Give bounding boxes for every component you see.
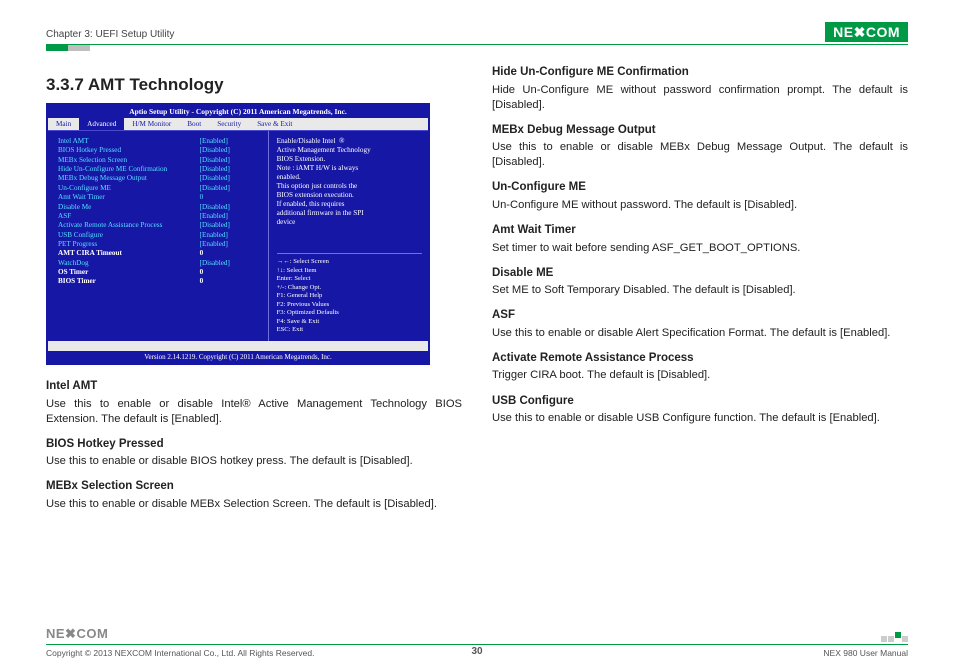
bios-screenshot: Aptio Setup Utility - Copyright (C) 2011… <box>46 103 430 365</box>
description-heading: MEBx Selection Screen <box>46 479 462 495</box>
bios-setting-row[interactable]: Activate Remote Assistance Process[Disab… <box>58 221 262 230</box>
footer-logo: NE✖COM <box>46 626 108 642</box>
bios-setting-row[interactable]: USB Configure[Enabled] <box>58 231 262 240</box>
bios-setting-row[interactable]: Un-Configure ME[Disabled] <box>58 184 262 193</box>
footer-squares-icon <box>881 636 908 642</box>
bios-key-legend: →←: Select Screen↑↓: Select ItemEnter: S… <box>277 253 422 335</box>
bios-setting-row[interactable]: Disable Me[Disabled] <box>58 203 262 212</box>
left-column: 3.3.7 AMT Technology Aptio Setup Utility… <box>46 65 462 522</box>
bios-settings-panel: Intel AMT[Enabled]BIOS Hotkey Pressed[Di… <box>48 131 268 341</box>
bios-setting-row[interactable]: WatchDog[Disabled] <box>58 259 262 268</box>
description-heading: Disable ME <box>492 266 908 282</box>
bios-help-text: Enable/Disable Intel ®Active Management … <box>277 137 422 227</box>
page-footer: NE✖COM Copyright © 2013 NEXCOM Internati… <box>46 626 908 658</box>
left-descriptions: Intel AMT Use this to enable or disable I… <box>46 379 462 512</box>
description-block: USB ConfigureUse this to enable or disab… <box>492 394 908 427</box>
description-body: Use this to enable or disable USB Config… <box>492 411 908 426</box>
bios-setting-row[interactable]: BIOS Timer0 <box>58 277 262 286</box>
bios-setting-row[interactable]: ASF[Enabled] <box>58 212 262 221</box>
description-body: Use this to enable or disable Alert Spec… <box>492 326 908 341</box>
bios-setting-row[interactable]: BIOS Hotkey Pressed[Disabled] <box>58 146 262 155</box>
bios-body: Intel AMT[Enabled]BIOS Hotkey Pressed[Di… <box>48 130 428 341</box>
description-body: Use this to enable or disable MEBx Selec… <box>46 497 462 512</box>
description-body: Hide Un-Configure ME without password co… <box>492 83 908 113</box>
bios-tab[interactable]: H/M Monitor <box>124 118 179 130</box>
description-body: Use this to enable or disable MEBx Debug… <box>492 140 908 170</box>
right-column: Hide Un-Configure ME Confirmation Hide Un… <box>492 65 908 522</box>
description-heading: Amt Wait Timer <box>492 223 908 239</box>
description-block: ASF Use this to enable or disable Alert S… <box>492 308 908 341</box>
bios-tab-bar: MainAdvancedH/M MonitorBootSecuritySave … <box>48 118 428 130</box>
page-number: 30 <box>46 646 908 657</box>
bios-setting-row[interactable]: MEBx Selection Screen[Disabled] <box>58 156 262 165</box>
bios-tab[interactable]: Advanced <box>79 118 124 130</box>
bios-help-panel: Enable/Disable Intel ®Active Management … <box>268 131 428 341</box>
description-body: Set timer to wait before sending ASF_GET… <box>492 241 908 256</box>
description-block: Disable MESet ME to Soft Temporary Disab… <box>492 266 908 299</box>
description-block: MEBx Selection Screen Use this to enable … <box>46 479 462 512</box>
bios-setting-row[interactable]: AMT CIRA Timeout0 <box>58 249 262 258</box>
description-heading: Intel AMT <box>46 379 462 395</box>
bios-setting-row[interactable]: Intel AMT[Enabled] <box>58 137 262 146</box>
description-body: Trigger CIRA boot. The default is [Disab… <box>492 368 908 383</box>
bios-setting-row[interactable]: MEBx Debug Message Output[Disabled] <box>58 174 262 183</box>
bios-tab[interactable]: Save & Exit <box>249 118 300 130</box>
content-columns: 3.3.7 AMT Technology Aptio Setup Utility… <box>46 65 908 522</box>
page-header: Chapter 3: UEFI Setup Utility NE✖COM <box>46 22 908 42</box>
description-block: Amt Wait Timer Set timer to wait before s… <box>492 223 908 256</box>
bios-title: Aptio Setup Utility - Copyright (C) 2011… <box>48 105 428 118</box>
description-heading: Activate Remote Assistance Process <box>492 351 908 367</box>
description-heading: ASF <box>492 308 908 324</box>
description-block: MEBx Debug Message OutputUse this to ena… <box>492 123 908 171</box>
bios-tab[interactable]: Security <box>209 118 249 130</box>
description-block: Hide Un-Configure ME Confirmation Hide Un… <box>492 65 908 113</box>
bios-tab[interactable]: Boot <box>179 118 209 130</box>
description-body: Use this to enable or disable Intel® Act… <box>46 397 462 427</box>
description-heading: BIOS Hotkey Pressed <box>46 437 462 453</box>
bios-tab[interactable]: Main <box>48 118 79 130</box>
right-descriptions: Hide Un-Configure ME Confirmation Hide Un… <box>492 65 908 426</box>
bios-bottom-bar <box>48 341 428 351</box>
brand-logo: NE✖COM <box>825 22 908 42</box>
description-heading: Un-Configure ME <box>492 180 908 196</box>
description-heading: MEBx Debug Message Output <box>492 123 908 139</box>
description-heading: Hide Un-Configure ME Confirmation <box>492 65 908 81</box>
description-block: Activate Remote Assistance ProcessTrigge… <box>492 351 908 384</box>
description-block: Intel AMT Use this to enable or disable I… <box>46 379 462 427</box>
bios-version: Version 2.14.1219. Copyright (C) 2011 Am… <box>48 351 428 363</box>
description-body: Use this to enable or disable BIOS hotke… <box>46 454 462 469</box>
description-block: Un-Configure ME Un-Configure ME without p… <box>492 180 908 213</box>
description-body: Set ME to Soft Temporary Disabled. The d… <box>492 283 908 298</box>
description-heading: USB Configure <box>492 394 908 410</box>
bios-setting-row[interactable]: PET Progress[Enabled] <box>58 240 262 249</box>
bios-setting-row[interactable]: Hide Un-Configure ME Confirmation[Disabl… <box>58 165 262 174</box>
header-stripes <box>46 45 908 51</box>
section-title: 3.3.7 AMT Technology <box>46 75 462 95</box>
description-body: Un-Configure ME without password. The de… <box>492 198 908 213</box>
bios-setting-row[interactable]: OS Timer0 <box>58 268 262 277</box>
chapter-label: Chapter 3: UEFI Setup Utility <box>46 29 174 42</box>
description-block: BIOS Hotkey PressedUse this to enable or… <box>46 437 462 470</box>
bios-setting-row[interactable]: Amt Wait Timer0 <box>58 193 262 202</box>
